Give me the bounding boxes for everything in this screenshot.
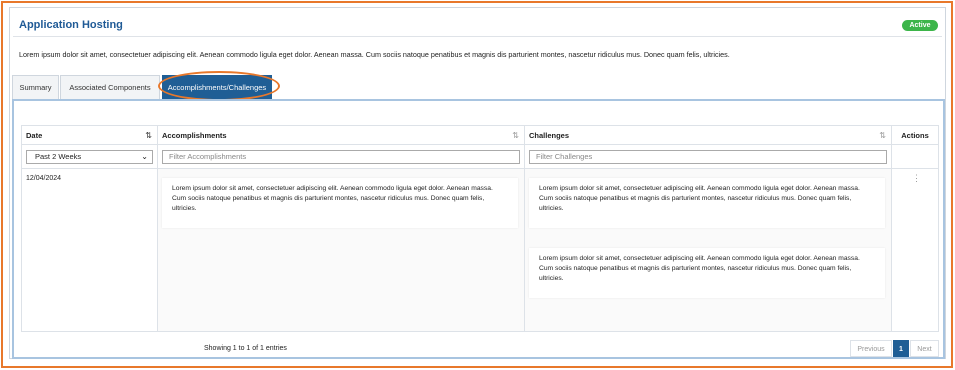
more-options-icon[interactable]: ⋮ (912, 173, 921, 184)
challenges-cell: Lorem ipsum dolor sit amet, consectetuer… (524, 168, 892, 332)
page-1-button[interactable]: 1 (893, 340, 909, 357)
row-date: 12/04/2024 (26, 175, 62, 182)
sort-icon[interactable]: ⇅ (145, 131, 152, 140)
tab-accomplishments-challenges[interactable]: Accomplishments/Challenges (162, 75, 272, 99)
next-page-button[interactable]: Next (910, 340, 939, 357)
column-header-actions: Actions (891, 125, 939, 145)
description-text: Lorem ipsum dolor sit amet, consectetuer… (19, 50, 730, 59)
challenge-entry: Lorem ipsum dolor sit amet, consectetuer… (529, 248, 885, 298)
challenges-filter-input[interactable]: Filter Challenges (529, 149, 887, 164)
page-title: Application Hosting (19, 19, 123, 31)
divider (13, 36, 942, 37)
challenge-entry: Lorem ipsum dolor sit amet, consectetuer… (529, 178, 885, 228)
accomplishments-filter-cell: Filter Accomplishments (157, 144, 525, 169)
column-header-date[interactable]: Date ⇅ (21, 125, 158, 145)
sort-icon[interactable]: ⇅ (879, 131, 886, 140)
date-range-value: Past 2 Weeks (35, 151, 82, 161)
status-badge: Active (902, 20, 938, 31)
entries-info: Showing 1 to 1 of 1 entries (204, 345, 287, 352)
challenges-filter-cell: Filter Challenges (524, 144, 892, 169)
previous-page-button[interactable]: Previous (850, 340, 892, 357)
column-label-date: Date (26, 130, 43, 140)
date-filter-cell: Past 2 Weeks ⌄ (21, 144, 158, 169)
actions-cell: ⋮ (891, 168, 939, 332)
actions-filter-cell (891, 144, 939, 169)
accomplishments-filter-input[interactable]: Filter Accomplishments (162, 149, 520, 164)
date-range-select[interactable]: Past 2 Weeks ⌄ (26, 149, 153, 164)
column-label-challenges: Challenges (529, 130, 570, 140)
accomplishments-cell: Lorem ipsum dolor sit amet, consectetuer… (157, 168, 525, 332)
sort-icon[interactable]: ⇅ (512, 131, 519, 140)
tab-associated-components[interactable]: Associated Components (60, 75, 160, 99)
chevron-down-icon: ⌄ (141, 151, 148, 161)
column-header-challenges[interactable]: Challenges ⇅ (524, 125, 892, 145)
accomplishment-entry: Lorem ipsum dolor sit amet, consectetuer… (162, 178, 518, 228)
tab-summary[interactable]: Summary (12, 75, 59, 99)
date-cell: 12/04/2024 (21, 168, 158, 332)
column-label-accomplishments: Accomplishments (162, 130, 227, 140)
accomplishments-table: Date ⇅ Accomplishments ⇅ Challenges ⇅ Ac… (21, 125, 939, 332)
column-header-accomplishments[interactable]: Accomplishments ⇅ (157, 125, 525, 145)
table-row: 12/04/2024 Lorem ipsum dolor sit amet, c… (21, 168, 939, 332)
column-label-actions: Actions (901, 130, 929, 140)
